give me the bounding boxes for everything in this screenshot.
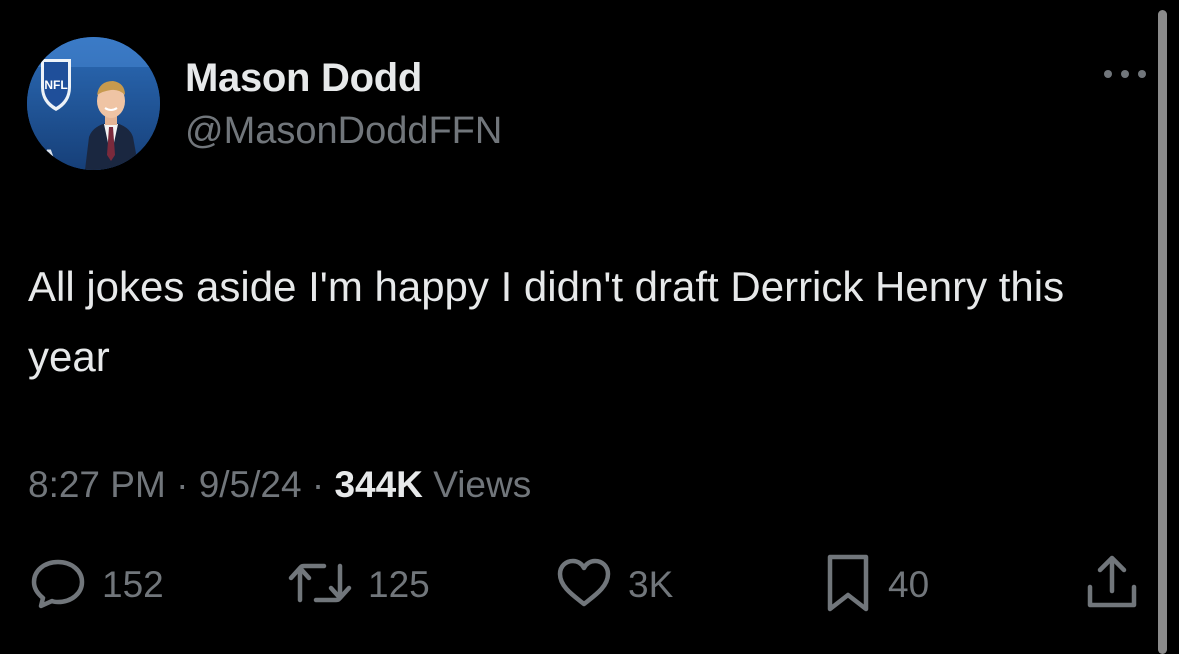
- meta-separator: ·: [176, 464, 189, 505]
- bookmark-icon: [822, 553, 874, 618]
- retweet-icon: [286, 556, 354, 615]
- reply-count: 152: [102, 564, 164, 605]
- like-count: 3K: [628, 564, 674, 605]
- tweet-date[interactable]: 9/5/24: [199, 464, 302, 505]
- tweet-time[interactable]: 8:27 PM: [28, 464, 166, 505]
- views-label[interactable]: Views: [433, 464, 531, 505]
- author-display-name[interactable]: Mason Dodd: [185, 56, 422, 101]
- retweet-button[interactable]: 125: [286, 555, 430, 615]
- avatar[interactable]: NFL A: [27, 37, 160, 170]
- svg-text:A: A: [41, 145, 57, 170]
- action-bar: 152 125 3K 40: [0, 553, 1179, 618]
- more-options-button[interactable]: [1098, 62, 1152, 90]
- tweet-meta: 8:27 PM · 9/5/24 · 344K Views: [28, 464, 531, 506]
- like-button[interactable]: 3K: [554, 555, 673, 615]
- share-icon: [1082, 553, 1142, 618]
- tweet-text: All jokes aside I'm happy I didn't draft…: [28, 263, 1065, 380]
- author-handle[interactable]: @MasonDoddFFN: [185, 110, 502, 153]
- reply-icon: [28, 556, 88, 615]
- reply-button[interactable]: 152: [28, 555, 164, 615]
- retweet-count: 125: [368, 564, 430, 605]
- svg-text:NFL: NFL: [44, 78, 67, 92]
- bookmark-button[interactable]: 40: [822, 553, 930, 618]
- views-count[interactable]: 344K: [334, 464, 422, 505]
- tweet-card: NFL A Mason Dodd @MasonDoddFFN All jokes…: [0, 0, 1179, 654]
- share-button[interactable]: [1082, 555, 1142, 615]
- bookmark-count: 40: [888, 564, 930, 605]
- heart-icon: [554, 556, 614, 615]
- scrollbar[interactable]: [1158, 10, 1167, 654]
- avatar-image: NFL A: [27, 37, 160, 170]
- more-horizontal-icon: [1102, 67, 1148, 85]
- meta-separator: ·: [311, 464, 325, 505]
